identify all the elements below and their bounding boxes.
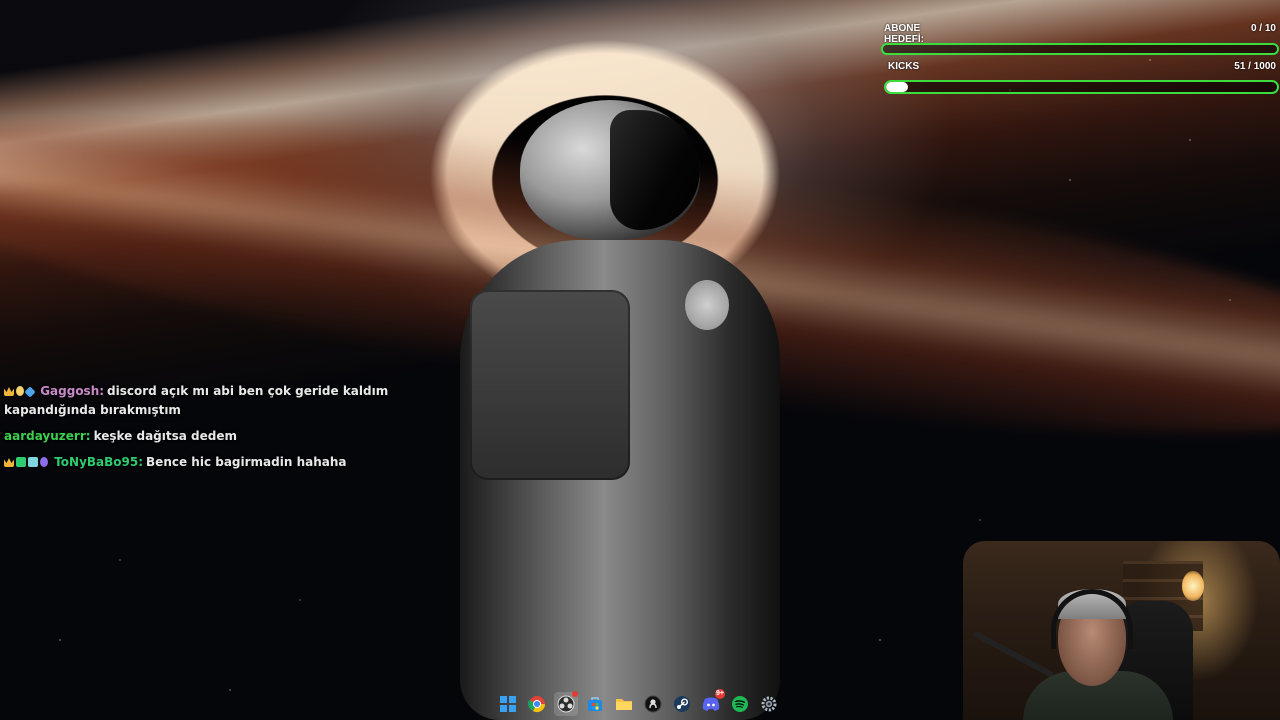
store-icon[interactable] <box>583 692 607 716</box>
drop-icon <box>16 386 24 396</box>
chat-overlay: Gaggosh: discord açık mı abi ben çok geri… <box>4 382 404 479</box>
crown-icon <box>4 387 14 396</box>
windows-start-icon[interactable] <box>496 692 520 716</box>
kicks-goal-bar <box>884 80 1279 94</box>
obs-icon[interactable] <box>554 691 578 716</box>
astronaut-patch <box>685 280 729 330</box>
chat-text: Bence hic bagirmadin hahaha <box>146 455 347 469</box>
chip-icon <box>40 457 48 467</box>
file-explorer-icon[interactable] <box>612 692 636 716</box>
subscriber-icon <box>28 457 38 467</box>
discord-badge: 9+ <box>715 689 725 699</box>
astronaut-visor <box>610 110 700 230</box>
chat-text: keşke dağıtsa dedem <box>93 429 237 443</box>
goal-label: ABONE HEDEFİ: <box>884 23 924 45</box>
chat-message: aardayuzerr: keşke dağıtsa dedem <box>4 427 404 446</box>
chrome-icon[interactable] <box>525 692 549 716</box>
settings-icon[interactable] <box>757 692 781 716</box>
taskbar: 9+ <box>496 689 781 716</box>
spotify-icon[interactable] <box>728 692 752 716</box>
github-icon[interactable] <box>641 692 665 716</box>
moderator-icon <box>16 457 26 467</box>
chat-username[interactable]: ToNyBaBo95: <box>54 455 143 469</box>
chat-message: Gaggosh: discord açık mı abi ben çok geri… <box>4 382 404 420</box>
crown-icon <box>4 458 14 467</box>
gem-icon <box>24 386 36 398</box>
webcam-feed <box>963 541 1280 720</box>
stream-scene: ABONE HEDEFİ: 0 / 10 KICKS 51 / 1000 Gag… <box>0 0 1280 720</box>
subscriber-goal-bar <box>881 43 1279 55</box>
chat-username[interactable]: Gaggosh: <box>40 384 104 398</box>
microphone-arm <box>971 630 1055 678</box>
background-lamp <box>1182 571 1204 601</box>
discord-icon[interactable]: 9+ <box>699 689 725 716</box>
chat-message: ToNyBaBo95: Bence hic bagirmadin hahaha <box>4 453 404 472</box>
astronaut-figure <box>440 100 820 720</box>
goal-fill <box>886 82 908 92</box>
goal-label: KICKS <box>888 61 920 72</box>
goal-count: 0 / 10 <box>1250 23 1276 34</box>
chat-username[interactable]: aardayuzerr: <box>4 429 91 443</box>
notification-dot <box>572 691 578 697</box>
astronaut-backpack <box>470 290 630 480</box>
steam-icon[interactable] <box>670 692 694 716</box>
goal-count: 51 / 1000 <box>1234 61 1276 72</box>
